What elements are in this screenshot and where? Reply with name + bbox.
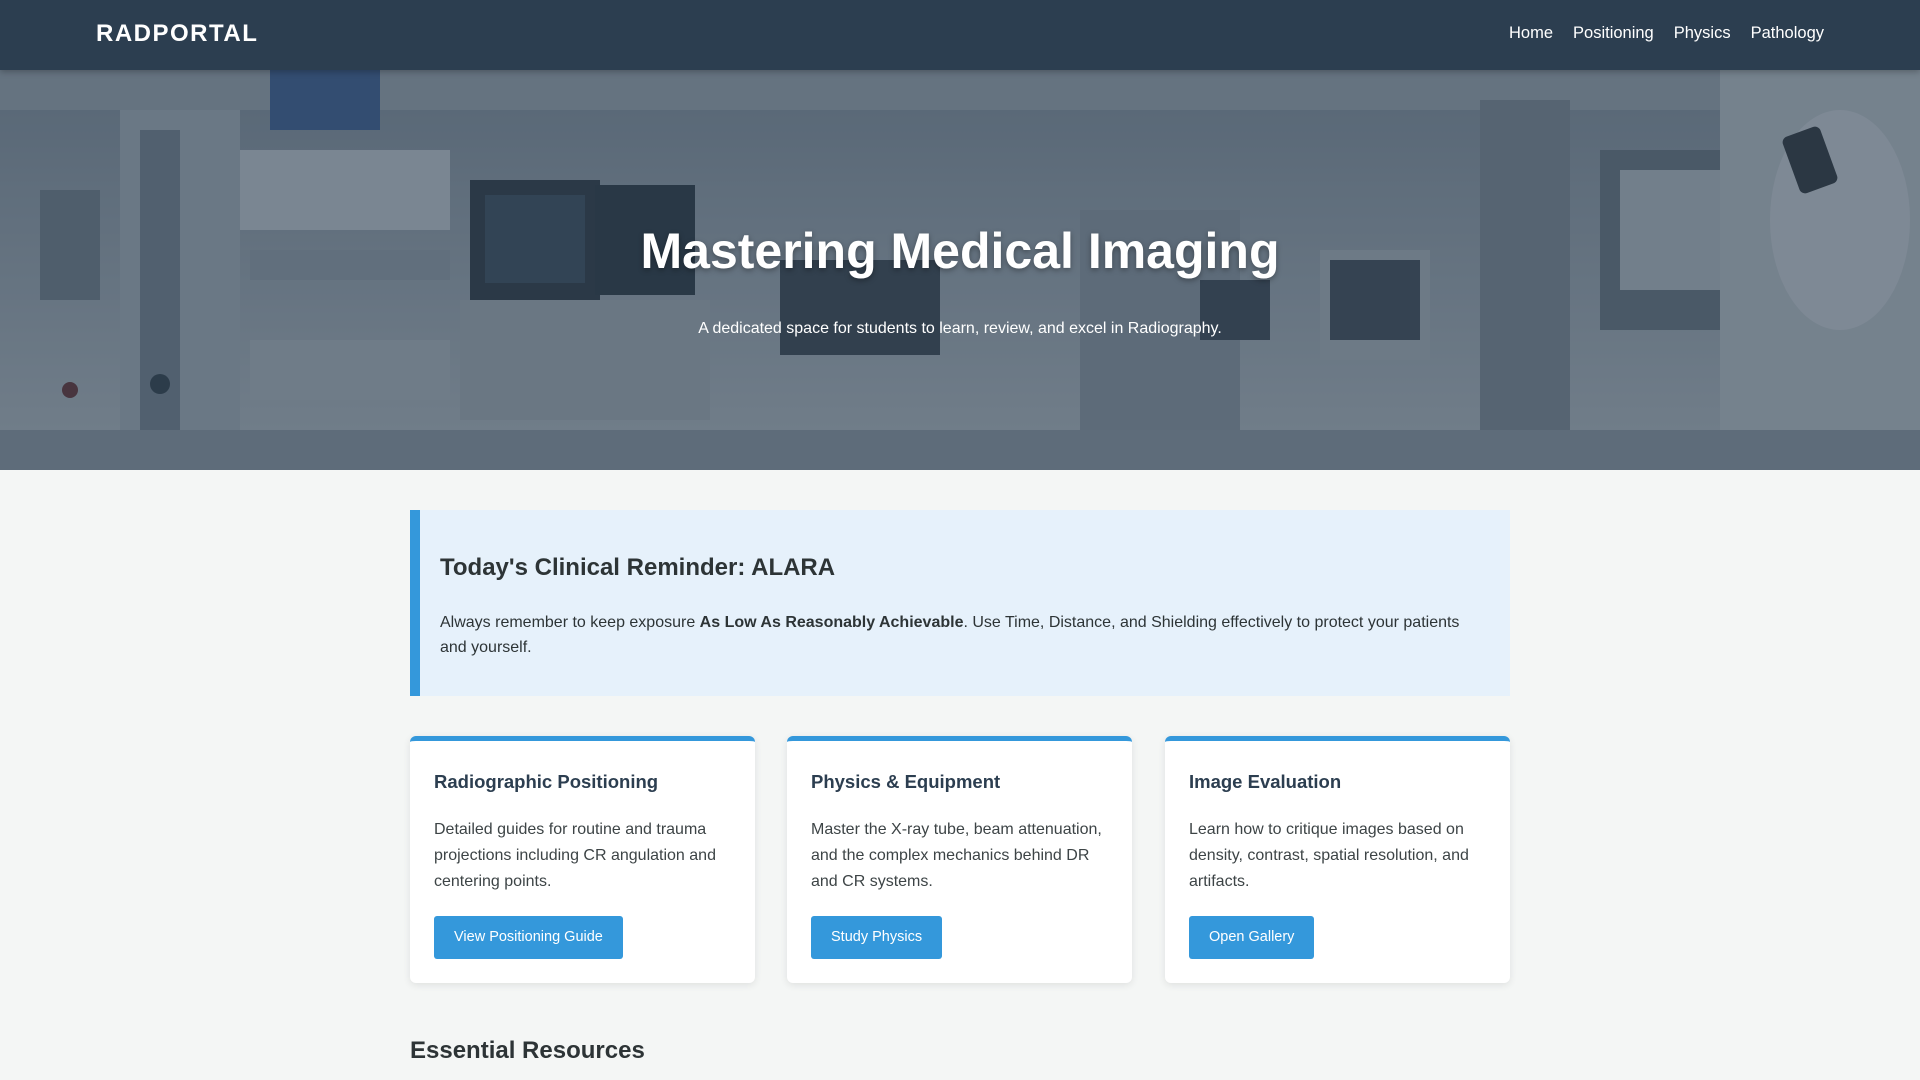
card-title: Radiographic Positioning [434, 771, 659, 792]
site-logo[interactable]: RADPORTAL [96, 20, 258, 48]
nav-link-pathology[interactable]: Pathology [1751, 24, 1824, 43]
nav-link-home[interactable]: Home [1509, 24, 1553, 43]
nav-link-positioning[interactable]: Positioning [1573, 24, 1654, 43]
main-nav: Home Positioning Physics Pathology [1509, 24, 1824, 43]
study-physics-button[interactable]: Study Physics [811, 916, 943, 959]
reminder-text-start: Always remember to keep exposure [440, 614, 700, 631]
hero-banner: Mastering Medical Imaging A dedicated sp… [0, 70, 1920, 470]
card-positioning: Radiographic Positioning Detailed guides… [410, 736, 755, 983]
hero-title: Mastering Medical Imaging [640, 223, 1280, 279]
reminder-title: Today's Clinical Reminder: ALARA [440, 554, 836, 581]
reminder-text-emphasis: As Low As Reasonably Achievable [699, 614, 964, 631]
card-title: Image Evaluation [1189, 771, 1342, 792]
hero-subtitle: A dedicated space for students to learn,… [698, 320, 1222, 337]
view-positioning-guide-button[interactable]: View Positioning Guide [434, 916, 623, 959]
card-description: Master the X-ray tube, beam attenuation,… [811, 821, 1102, 890]
card-description: Learn how to critique images based on de… [1189, 821, 1469, 890]
card-title: Physics & Equipment [811, 771, 1001, 792]
site-header: RADPORTAL Home Positioning Physics Patho… [0, 0, 1920, 70]
card-image-evaluation: Image Evaluation Learn how to critique i… [1165, 736, 1510, 983]
feature-cards: Radiographic Positioning Detailed guides… [410, 736, 1510, 983]
essential-resources-heading: Essential Resources [410, 1037, 645, 1064]
reminder-text: Always remember to keep exposure As Low … [440, 610, 1490, 660]
clinical-reminder-box: Today's Clinical Reminder: ALARA Always … [410, 510, 1510, 696]
open-gallery-button[interactable]: Open Gallery [1189, 916, 1315, 959]
card-description: Detailed guides for routine and trauma p… [434, 821, 716, 890]
card-physics: Physics & Equipment Master the X-ray tub… [787, 736, 1132, 983]
nav-link-physics[interactable]: Physics [1674, 24, 1731, 43]
